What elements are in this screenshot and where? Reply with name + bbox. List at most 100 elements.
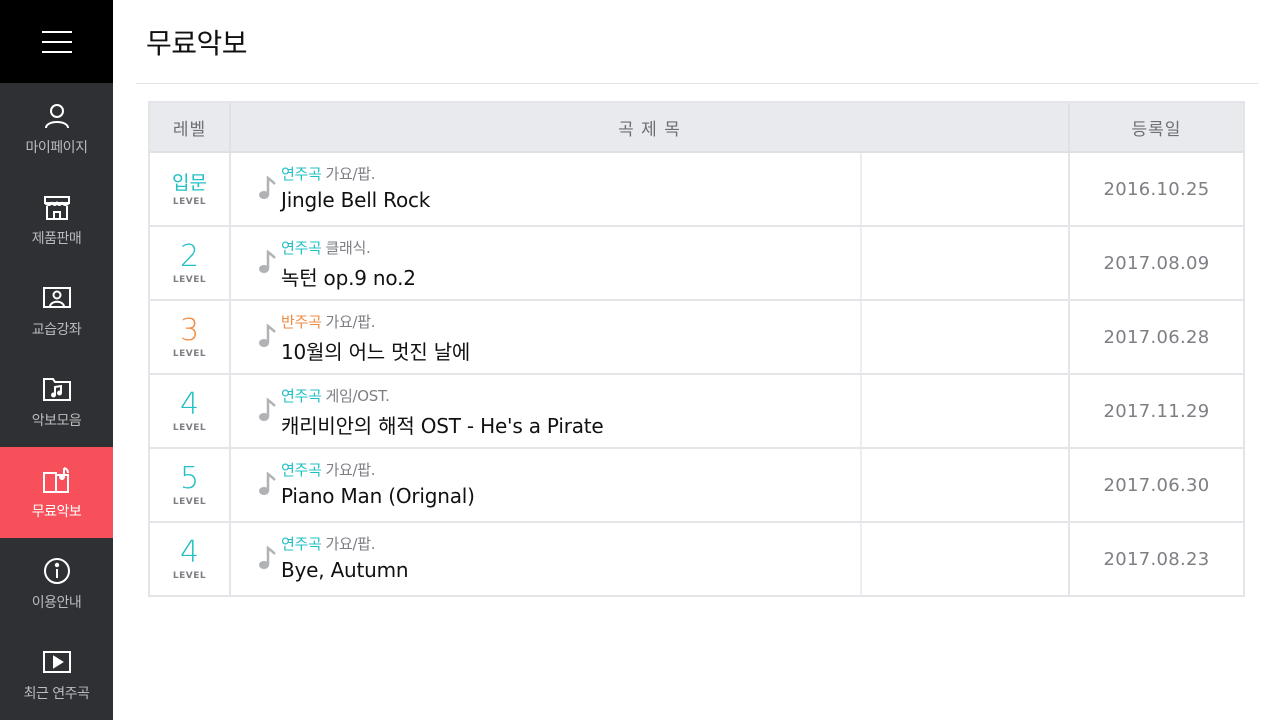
sidebar-item-scores[interactable]: 악보모음	[0, 356, 113, 447]
free-score-icon	[42, 465, 72, 495]
song-type: 연주곡	[281, 461, 322, 479]
table-row[interactable]: 입문 LEVEL 연주곡 가요/팝. Jingle Bell Rock 2016.…	[150, 153, 1243, 227]
level-caption: LEVEL	[172, 496, 207, 507]
level-value: 4	[179, 534, 200, 570]
title-cell: 연주곡 가요/팝. Bye, Autumn	[231, 523, 1070, 595]
title-cell: 반주곡 가요/팝. 10월의 어느 멋진 날에	[231, 301, 1070, 373]
store-icon	[42, 192, 72, 222]
date-cell: 2017.11.29	[1103, 400, 1210, 422]
level-value: 3	[179, 312, 200, 348]
song-title[interactable]: Jingle Bell Rock	[281, 188, 430, 212]
table-row[interactable]: 2 LEVEL 연주곡 클래식. 녹턴 op.9 no.2 2017.08.09	[150, 227, 1243, 301]
sidebar-item-free-scores[interactable]: 무료악보	[0, 447, 113, 538]
person-icon	[42, 101, 72, 131]
song-title[interactable]: Piano Man (Orignal)	[281, 484, 475, 508]
sidebar-item-label: 제품판매	[31, 230, 82, 247]
song-meta: 연주곡 게임/OST.	[281, 385, 604, 406]
music-folder-icon	[42, 374, 72, 404]
sidebar-item-label: 마이페이지	[25, 139, 88, 156]
header-level: 레벨	[150, 103, 231, 151]
date-cell: 2017.08.09	[1103, 252, 1210, 274]
music-note-icon	[259, 471, 276, 495]
level-caption: LEVEL	[172, 570, 207, 581]
song-title[interactable]: 캐리비안의 해적 OST - He's a Pirate	[281, 410, 604, 439]
song-title[interactable]: 10월의 어느 멋진 날에	[281, 336, 470, 365]
date-cell: 2016.10.25	[1103, 178, 1210, 200]
song-genre: 가요/팝.	[325, 461, 376, 479]
song-genre: 클래식.	[325, 239, 371, 257]
header-date: 등록일	[1131, 119, 1182, 140]
song-meta: 연주곡 가요/팝.	[281, 163, 430, 184]
song-genre: 게임/OST.	[325, 387, 390, 405]
song-meta: 연주곡 가요/팝.	[281, 459, 475, 480]
sidebar-item-label: 이용안내	[31, 594, 82, 611]
song-type: 연주곡	[281, 387, 322, 405]
page-title: 무료악보	[146, 27, 248, 60]
table-row[interactable]: 5 LEVEL 연주곡 가요/팝. Piano Man (Orignal) 201…	[150, 449, 1243, 523]
level-cell: 5 LEVEL	[150, 449, 231, 521]
music-note-icon	[259, 323, 276, 347]
date-cell: 2017.06.30	[1103, 474, 1210, 496]
music-note-icon	[259, 175, 276, 199]
title-cell: 연주곡 게임/OST. 캐리비안의 해적 OST - He's a Pirate	[231, 375, 1070, 447]
song-meta: 연주곡 가요/팝.	[281, 533, 408, 554]
date-cell: 2017.08.23	[1103, 548, 1210, 570]
level-value: 5	[179, 460, 200, 496]
song-type: 반주곡	[281, 313, 322, 331]
date-cell: 2017.06.28	[1103, 326, 1210, 348]
song-genre: 가요/팝.	[325, 535, 376, 553]
title-cell: 연주곡 가요/팝. Jingle Bell Rock	[231, 153, 1070, 225]
score-table: 레벨 곡 제 목 등록일 입문 LEVEL 연주곡 가요/팝. Jingle Be…	[148, 101, 1245, 597]
info-icon	[42, 556, 72, 586]
table-row[interactable]: 4 LEVEL 연주곡 가요/팝. Bye, Autumn 2017.08.23	[150, 523, 1243, 595]
table-row[interactable]: 4 LEVEL 연주곡 게임/OST. 캐리비안의 해적 OST - He's a…	[150, 375, 1243, 449]
table-row[interactable]: 3 LEVEL 반주곡 가요/팝. 10월의 어느 멋진 날에 2017.06.2…	[150, 301, 1243, 375]
level-caption: LEVEL	[172, 422, 207, 433]
song-meta: 반주곡 가요/팝.	[281, 311, 470, 332]
app-root: 마이페이지 제품판매 교습강좌 악보모음 무료악보 이용안내 최근 연주곡 무료…	[0, 0, 1280, 720]
title-cell: 연주곡 클래식. 녹턴 op.9 no.2	[231, 227, 1070, 299]
music-note-icon	[259, 249, 276, 273]
lesson-icon	[42, 283, 72, 313]
sidebar-item-label: 최근 연주곡	[23, 685, 90, 702]
level-caption: LEVEL	[172, 196, 207, 207]
song-meta: 연주곡 클래식.	[281, 237, 416, 258]
table-header: 레벨 곡 제 목 등록일	[150, 103, 1243, 153]
sidebar: 마이페이지 제품판매 교습강좌 악보모음 무료악보 이용안내 최근 연주곡	[0, 0, 113, 720]
sidebar-item-mypage[interactable]: 마이페이지	[0, 83, 113, 174]
divider	[136, 83, 1258, 84]
song-type: 연주곡	[281, 239, 322, 257]
music-note-icon	[259, 397, 276, 421]
sidebar-item-label: 무료악보	[31, 503, 82, 520]
song-genre: 가요/팝.	[325, 313, 376, 331]
song-title[interactable]: Bye, Autumn	[281, 558, 409, 582]
level-value: 입문	[172, 171, 207, 194]
sidebar-item-store[interactable]: 제품판매	[0, 174, 113, 265]
level-cell: 4 LEVEL	[150, 523, 231, 595]
sidebar-item-label: 악보모음	[31, 412, 82, 429]
level-cell: 2 LEVEL	[150, 227, 231, 299]
music-note-icon	[259, 545, 276, 569]
sidebar-item-lessons[interactable]: 교습강좌	[0, 265, 113, 356]
sidebar-item-guide[interactable]: 이용안내	[0, 538, 113, 629]
song-type: 연주곡	[281, 165, 322, 183]
main-content: 무료악보 레벨 곡 제 목 등록일 입문 LEVEL 연주곡 가요/팝. Jing…	[113, 0, 1280, 720]
hamburger-icon	[41, 30, 72, 53]
level-cell: 3 LEVEL	[150, 301, 231, 373]
level-cell: 입문 LEVEL	[150, 153, 231, 225]
level-caption: LEVEL	[172, 348, 207, 359]
song-title[interactable]: 녹턴 op.9 no.2	[281, 262, 416, 291]
title-cell: 연주곡 가요/팝. Piano Man (Orignal)	[231, 449, 1070, 521]
header-title: 곡 제 목	[231, 103, 1070, 151]
level-value: 2	[179, 238, 200, 274]
sidebar-nav: 마이페이지 제품판매 교습강좌 악보모음 무료악보 이용안내 최근 연주곡	[0, 83, 113, 720]
menu-button[interactable]	[0, 0, 113, 83]
level-value: 4	[179, 386, 200, 422]
song-genre: 가요/팝.	[325, 165, 376, 183]
play-icon	[42, 647, 72, 677]
sidebar-item-label: 교습강좌	[31, 321, 82, 338]
song-type: 연주곡	[281, 535, 322, 553]
level-cell: 4 LEVEL	[150, 375, 231, 447]
level-caption: LEVEL	[172, 274, 207, 285]
sidebar-item-recent[interactable]: 최근 연주곡	[0, 629, 113, 720]
